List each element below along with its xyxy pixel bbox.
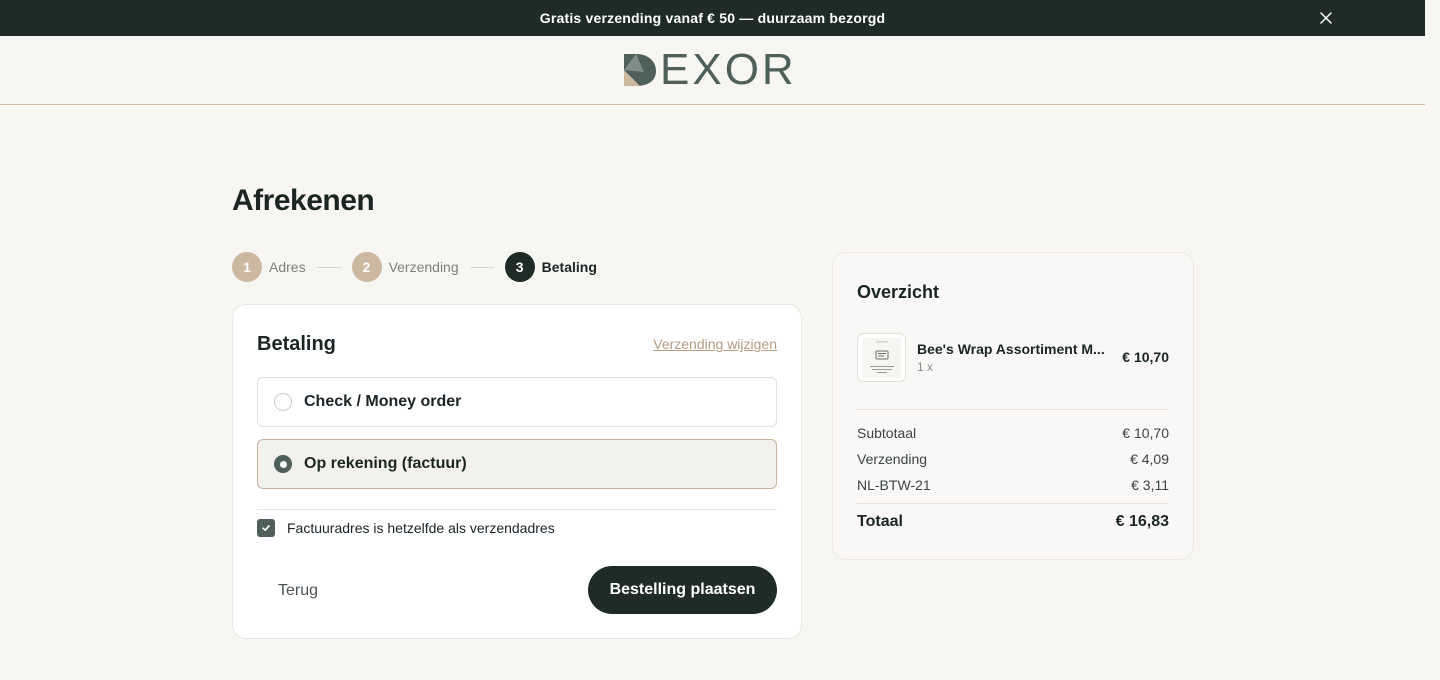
radio-unchecked[interactable]	[274, 393, 292, 411]
check-icon	[262, 525, 270, 531]
summary-row-label: Verzending	[857, 451, 928, 467]
step-divider	[316, 266, 341, 268]
logo[interactable]: EXOR	[622, 45, 797, 94]
order-summary: Overzicht Bee's Wrap Assortiment M... 1 …	[832, 252, 1194, 560]
radio-checked[interactable]	[274, 455, 292, 473]
change-shipping-link[interactable]: Verzending wijzigen	[653, 336, 777, 352]
payment-option-check[interactable]: Check / Money order	[257, 377, 777, 427]
summary-total: Totaal € 16,83	[857, 513, 1169, 531]
step-address[interactable]: 1 Adres	[232, 252, 306, 282]
payment-option-label: Check / Money order	[304, 393, 462, 410]
payment-option-invoice[interactable]: Op rekening (factuur)	[257, 439, 777, 489]
page-title: Afrekenen	[232, 184, 375, 217]
close-icon[interactable]	[1317, 9, 1335, 27]
checkbox-checked[interactable]	[257, 519, 275, 537]
step-divider	[469, 266, 494, 268]
summary-row-value: € 4,09	[1130, 451, 1169, 467]
summary-row-subtotal: Subtotaal € 10,70	[857, 425, 1169, 441]
payment-option-label: Op rekening (factuur)	[304, 455, 467, 472]
announcement-bar: Gratis verzending vanaf € 50 — duurzaam …	[0, 0, 1425, 36]
divider	[857, 409, 1169, 410]
product-thumbnail	[857, 333, 906, 382]
step-label: Adres	[269, 259, 306, 275]
checkout-steps: 1 Adres 2 Verzending 3 Betaling	[232, 252, 597, 282]
summary-title: Overzicht	[857, 282, 940, 302]
summary-row-label: NL-BTW-21	[857, 477, 931, 493]
announcement-text: Gratis verzending vanaf € 50 — duurzaam …	[539, 10, 886, 26]
product-name: Bee's Wrap Assortiment M...	[917, 341, 1105, 357]
step-label: Verzending	[388, 259, 459, 275]
summary-total-value: € 16,83	[1115, 513, 1169, 530]
summary-row-value: € 10,70	[1122, 425, 1169, 441]
product-price: € 10,70	[1122, 349, 1169, 365]
back-button[interactable]: Terug	[257, 567, 339, 615]
dexor-logo-mark	[624, 54, 656, 86]
step-label: Betaling	[541, 259, 597, 275]
divider	[257, 509, 777, 510]
step-number: 1	[232, 252, 262, 282]
step-number: 3	[504, 252, 535, 282]
place-order-button[interactable]: Bestelling plaatsen	[588, 566, 777, 614]
summary-row-shipping: Verzending € 4,09	[857, 451, 1169, 467]
logo-text: EXOR	[660, 45, 797, 94]
billing-same-checkbox-row[interactable]: Factuuradres is hetzelfde als verzendadr…	[257, 519, 555, 537]
step-number: 2	[351, 252, 382, 282]
payment-title: Betaling	[257, 333, 336, 355]
summary-row-tax: NL-BTW-21 € 3,11	[857, 477, 1169, 493]
site-header: EXOR	[0, 36, 1425, 105]
divider	[857, 503, 1169, 504]
step-payment: 3 Betaling	[504, 252, 597, 282]
summary-total-label: Totaal	[857, 513, 903, 530]
summary-row-value: € 3,11	[1131, 477, 1169, 493]
product-quantity: 1 x	[917, 360, 934, 374]
payment-card: Betaling Verzending wijzigen Check / Mon…	[232, 304, 802, 639]
billing-same-label: Factuuradres is hetzelfde als verzendadr…	[287, 520, 555, 536]
step-shipping[interactable]: 2 Verzending	[351, 252, 459, 282]
summary-row-label: Subtotaal	[857, 425, 917, 441]
